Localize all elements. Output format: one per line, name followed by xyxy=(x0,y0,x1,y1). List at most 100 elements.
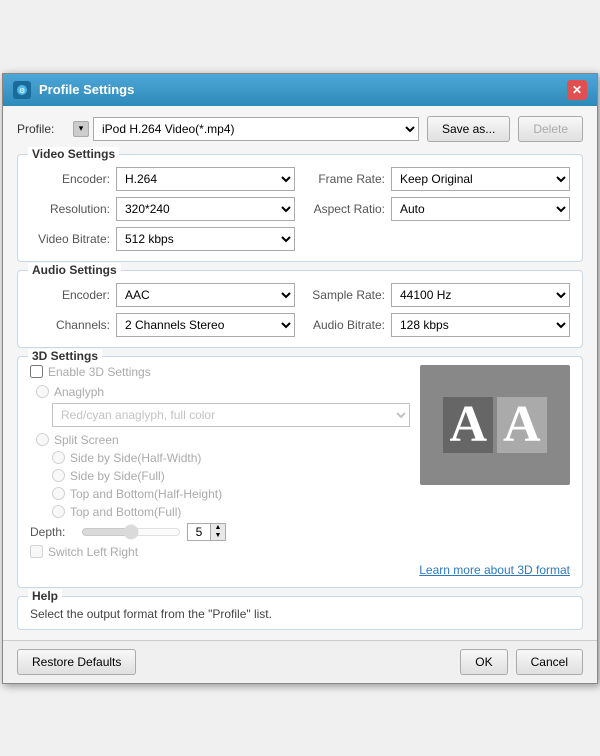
top-bottom-full-row: Top and Bottom(Full) xyxy=(30,505,410,519)
frame-rate-row: Frame Rate: Keep Original xyxy=(305,167,570,191)
resolution-dropdown[interactable]: 320*240 xyxy=(116,197,295,221)
anaglyph-dropdown[interactable]: Red/cyan anaglyph, full color xyxy=(52,403,410,427)
profile-select-container: ▾ iPod H.264 Video(*.mp4) xyxy=(73,117,419,141)
anaglyph-row: Anaglyph xyxy=(30,385,410,399)
split-screen-label: Split Screen xyxy=(54,433,119,447)
delete-button[interactable]: Delete xyxy=(518,116,583,142)
save-as-button[interactable]: Save as... xyxy=(427,116,510,142)
three-d-settings-title: 3D Settings xyxy=(28,349,102,363)
anaglyph-radio[interactable] xyxy=(36,385,49,398)
video-settings-title: Video Settings xyxy=(28,147,119,161)
depth-label: Depth: xyxy=(30,525,75,539)
svg-text:⚙: ⚙ xyxy=(19,87,25,95)
aspect-ratio-row: Aspect Ratio: Auto xyxy=(305,197,570,221)
aa-right-letter: A xyxy=(497,397,547,453)
top-bottom-full-label: Top and Bottom(Full) xyxy=(70,505,181,519)
audio-settings-title: Audio Settings xyxy=(28,263,121,277)
aspect-ratio-dropdown[interactable]: Auto xyxy=(391,197,570,221)
footer: Restore Defaults OK Cancel xyxy=(3,640,597,683)
ok-button[interactable]: OK xyxy=(460,649,507,675)
depth-up-button[interactable]: ▲ xyxy=(211,524,225,532)
cancel-button[interactable]: Cancel xyxy=(516,649,583,675)
side-by-full-radio[interactable] xyxy=(52,469,65,482)
top-bottom-half-radio[interactable] xyxy=(52,487,65,500)
learn-more-row: Learn more about 3D format xyxy=(30,563,570,577)
video-bitrate-label: Video Bitrate: xyxy=(30,232,110,246)
top-bottom-half-label: Top and Bottom(Half-Height) xyxy=(70,487,222,501)
video-bitrate-dropdown[interactable]: 512 kbps xyxy=(116,227,295,251)
audio-bitrate-label: Audio Bitrate: xyxy=(305,318,385,332)
side-by-half-row: Side by Side(Half-Width) xyxy=(30,451,410,465)
title-bar: ⚙ Profile Settings ✕ xyxy=(3,74,597,106)
enable-3d-label: Enable 3D Settings xyxy=(48,365,151,379)
depth-slider[interactable] xyxy=(81,525,181,539)
channels-row: Channels: 2 Channels Stereo xyxy=(30,313,295,337)
sample-rate-dropdown[interactable]: 44100 Hz xyxy=(391,283,570,307)
channels-dropdown[interactable]: 2 Channels Stereo xyxy=(116,313,295,337)
enable-3d-row: Enable 3D Settings xyxy=(30,365,410,379)
resolution-row: Resolution: 320*240 xyxy=(30,197,295,221)
encoder-dropdown[interactable]: H.264 xyxy=(116,167,295,191)
footer-right: OK Cancel xyxy=(460,649,583,675)
sample-rate-row: Sample Rate: 44100 Hz xyxy=(305,283,570,307)
audio-encoder-row: Encoder: AAC xyxy=(30,283,295,307)
video-settings-grid: Encoder: H.264 Frame Rate: Keep Original… xyxy=(30,167,570,251)
switch-lr-checkbox[interactable] xyxy=(30,545,43,558)
depth-spinner: ▲ ▼ xyxy=(187,523,226,541)
encoder-row: Encoder: H.264 xyxy=(30,167,295,191)
app-icon: ⚙ xyxy=(13,81,31,99)
dialog-body: Profile: ▾ iPod H.264 Video(*.mp4) Save … xyxy=(3,106,597,640)
anaglyph-select-row: Red/cyan anaglyph, full color xyxy=(30,403,410,427)
profile-dropdown[interactable]: iPod H.264 Video(*.mp4) xyxy=(93,117,419,141)
top-bottom-half-row: Top and Bottom(Half-Height) xyxy=(30,487,410,501)
split-screen-radio[interactable] xyxy=(36,433,49,446)
enable-3d-checkbox[interactable] xyxy=(30,365,43,378)
split-screen-row: Split Screen xyxy=(30,433,410,447)
restore-defaults-button[interactable]: Restore Defaults xyxy=(17,649,136,675)
video-settings-section: Video Settings Encoder: H.264 Frame Rate… xyxy=(17,154,583,262)
dialog-title: Profile Settings xyxy=(39,82,134,97)
depth-arrows: ▲ ▼ xyxy=(210,524,225,540)
audio-settings-grid: Encoder: AAC Sample Rate: 44100 Hz Chann… xyxy=(30,283,570,337)
help-text: Select the output format from the "Profi… xyxy=(30,607,570,621)
profile-settings-dialog: ⚙ Profile Settings ✕ Profile: ▾ iPod H.2… xyxy=(2,73,598,684)
side-by-full-row: Side by Side(Full) xyxy=(30,469,410,483)
three-d-content: Enable 3D Settings Anaglyph Red/cyan ana… xyxy=(30,365,570,559)
video-bitrate-row: Video Bitrate: 512 kbps xyxy=(30,227,295,251)
sample-rate-label: Sample Rate: xyxy=(305,288,385,302)
help-section: Help Select the output format from the "… xyxy=(17,596,583,630)
switch-row: Switch Left Right xyxy=(30,545,410,559)
aa-preview: A A xyxy=(443,397,546,453)
encoder-label: Encoder: xyxy=(30,172,110,186)
side-by-half-radio[interactable] xyxy=(52,451,65,464)
anaglyph-label: Anaglyph xyxy=(54,385,104,399)
resolution-label: Resolution: xyxy=(30,202,110,216)
profile-row: Profile: ▾ iPod H.264 Video(*.mp4) Save … xyxy=(17,116,583,142)
audio-settings-section: Audio Settings Encoder: AAC Sample Rate:… xyxy=(17,270,583,348)
audio-encoder-dropdown[interactable]: AAC xyxy=(116,283,295,307)
side-by-full-label: Side by Side(Full) xyxy=(70,469,165,483)
learn-more-link[interactable]: Learn more about 3D format xyxy=(419,563,570,577)
depth-value-input[interactable] xyxy=(188,524,210,540)
aspect-ratio-label: Aspect Ratio: xyxy=(305,202,385,216)
three-d-left: Enable 3D Settings Anaglyph Red/cyan ana… xyxy=(30,365,410,559)
help-title: Help xyxy=(28,589,62,603)
frame-rate-dropdown[interactable]: Keep Original xyxy=(391,167,570,191)
audio-bitrate-dropdown[interactable]: 128 kbps xyxy=(391,313,570,337)
depth-down-button[interactable]: ▼ xyxy=(211,532,225,540)
profile-label: Profile: xyxy=(17,122,65,136)
frame-rate-label: Frame Rate: xyxy=(305,172,385,186)
audio-bitrate-row: Audio Bitrate: 128 kbps xyxy=(305,313,570,337)
three-d-preview: A A xyxy=(420,365,570,485)
top-bottom-full-radio[interactable] xyxy=(52,505,65,518)
title-bar-left: ⚙ Profile Settings xyxy=(13,81,134,99)
profile-icon-btn[interactable]: ▾ xyxy=(73,121,89,137)
three-d-settings-section: 3D Settings Enable 3D Settings Anaglyph xyxy=(17,356,583,588)
channels-label: Channels: xyxy=(30,318,110,332)
depth-row: Depth: ▲ ▼ xyxy=(30,523,410,541)
side-by-half-label: Side by Side(Half-Width) xyxy=(70,451,201,465)
close-button[interactable]: ✕ xyxy=(567,80,587,100)
switch-lr-label: Switch Left Right xyxy=(48,545,138,559)
audio-encoder-label: Encoder: xyxy=(30,288,110,302)
aa-left-letter: A xyxy=(443,397,493,453)
